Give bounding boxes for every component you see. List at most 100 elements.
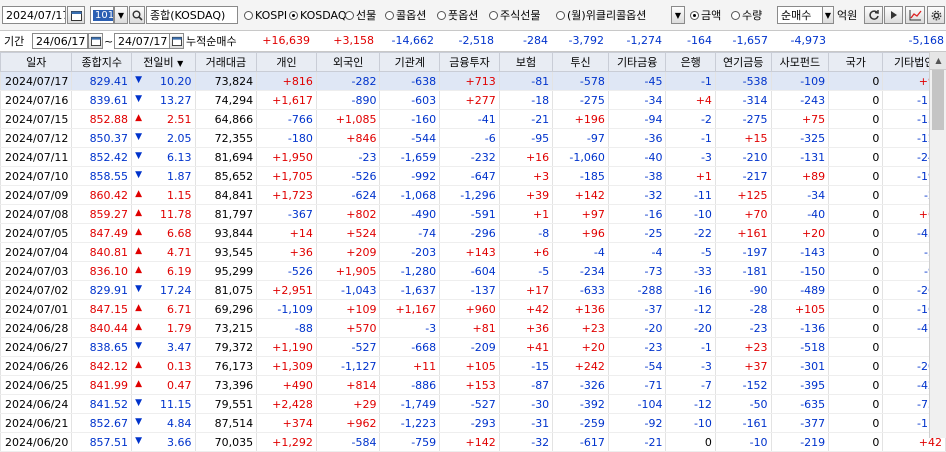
investor-value-cell: -288 xyxy=(607,280,667,300)
change-cell: ▲ 0.47 xyxy=(131,375,196,395)
investor-value-cell: +1,085 xyxy=(315,109,381,129)
table-row[interactable]: 2024/07/02 829.91 ▼ 17.24 81,075 +2,951 -1,043… xyxy=(0,280,946,300)
investor-value-cell: -143 xyxy=(770,242,830,262)
investor-value-cell: -527 xyxy=(439,394,500,414)
volume-cell: 79,372 xyxy=(194,337,258,357)
sort-dropdown-icon[interactable]: ▼ xyxy=(177,59,183,68)
radio-quantity[interactable]: 수량 xyxy=(731,6,762,24)
radio-kosdaq[interactable]: KOSDAQ xyxy=(289,6,347,24)
search-button[interactable] xyxy=(129,6,145,24)
code-dropdown-button[interactable]: ▼ xyxy=(114,6,128,24)
investor-value-cell: +1,190 xyxy=(256,337,317,357)
radio-amount[interactable]: 금액 xyxy=(690,6,721,24)
column-header[interactable]: 보험 xyxy=(498,52,554,72)
table-row[interactable]: 2024/07/12 850.37 ▼ 2.05 72,355 -180 +846 -544-… xyxy=(0,128,946,148)
radio-call-option[interactable]: 콜옵션 xyxy=(385,6,426,24)
date-cell: 2024/07/12 xyxy=(0,128,73,148)
change-cell: ▲ 0.13 xyxy=(131,356,196,376)
scroll-up-arrow[interactable]: ▲ xyxy=(930,52,946,70)
table-row[interactable]: 2024/07/08 859.27 ▲ 11.78 81,797 -367 +802 -490… xyxy=(0,204,946,224)
investor-value-cell: +125 xyxy=(714,185,772,205)
column-header[interactable]: 거래대금 xyxy=(194,52,258,72)
option-dropdown-button[interactable]: ▼ xyxy=(671,6,685,24)
volume-cell: 84,841 xyxy=(194,185,258,205)
investor-value-cell: +142 xyxy=(552,185,609,205)
settings-button[interactable] xyxy=(927,6,945,24)
next-button[interactable] xyxy=(884,6,903,24)
up-arrow-icon: ▲ xyxy=(135,264,142,275)
column-header[interactable]: 기타금융 xyxy=(607,52,667,72)
column-header[interactable]: 개인 xyxy=(256,52,317,72)
column-header[interactable]: 외국인 xyxy=(315,52,381,72)
code-box[interactable]: 101 xyxy=(90,6,114,24)
investor-value-cell: +20 xyxy=(552,337,609,357)
scroll-thumb[interactable] xyxy=(932,70,944,130)
index-cell: 852.42 xyxy=(71,147,133,167)
change-cell: ▼ 13.27 xyxy=(131,90,196,110)
vertical-scrollbar[interactable]: ▲ xyxy=(929,52,946,438)
table-row[interactable]: 2024/07/10 858.55 ▼ 1.87 85,652 +1,705 -526 -99… xyxy=(0,166,946,186)
radio-weekly-call[interactable]: (월)위클리콜옵션 xyxy=(556,6,646,24)
column-header[interactable]: 은행 xyxy=(665,52,716,72)
table-row[interactable]: 2024/06/27 838.65 ▼ 3.47 79,372 +1,190 -527 -66… xyxy=(0,337,946,357)
investor-value-cell: 0 xyxy=(828,109,884,129)
radio-put-option[interactable]: 풋옵션 xyxy=(437,6,478,24)
column-header[interactable]: 종합지수 xyxy=(71,52,133,72)
table-row[interactable]: 2024/07/01 847.15 ▲ 6.71 69,296 -1,109 +109 +1,… xyxy=(0,299,946,319)
change-cell: ▲ 6.68 xyxy=(131,223,196,243)
column-header[interactable]: 금융투자 xyxy=(439,52,500,72)
table-row[interactable]: 2024/06/24 841.52 ▼ 11.15 79,551 +2,428 +29 -1,… xyxy=(0,394,946,414)
table-row[interactable]: 2024/07/03 836.10 ▲ 6.19 95,299 -526 +1,905 -1,… xyxy=(0,261,946,281)
table-row[interactable]: 2024/06/25 841.99 ▲ 0.47 73,396 +490 +814 -886 +… xyxy=(0,375,946,395)
column-header[interactable]: 연기금등 xyxy=(714,52,772,72)
radio-stock-futures[interactable]: 주식선물 xyxy=(489,6,540,24)
investor-value-cell: -992 xyxy=(379,166,441,186)
investor-value-cell: -28 xyxy=(714,299,772,319)
radio-kospi[interactable]: KOSPI xyxy=(244,6,287,24)
investor-value-cell: -518 xyxy=(770,337,830,357)
table-row[interactable]: 2024/07/17 829.41 ▼ 10.20 73,824 +816 -282 -638… xyxy=(0,71,946,91)
table-row[interactable]: 2024/06/26 842.12 ▲ 0.13 76,173 +1,309 -1,127 +… xyxy=(0,356,946,376)
table-row[interactable]: 2024/07/16 839.61 ▼ 13.27 74,294 +1,617 -890 -6… xyxy=(0,90,946,110)
mode-dropdown-button[interactable]: ▼ xyxy=(822,6,834,24)
mode-select[interactable]: 순매수 xyxy=(777,6,823,24)
investor-value-cell: +3 xyxy=(498,166,554,186)
investor-value-cell: -1,659 xyxy=(379,147,441,167)
table-row[interactable]: 2024/06/20 857.51 ▼ 3.66 70,035 +1,292 -584 -75… xyxy=(0,432,946,452)
date-cell: 2024/06/26 xyxy=(0,356,73,376)
table-row[interactable]: 2024/07/05 847.49 ▲ 6.68 93,844 +14 +524 -74 -29… xyxy=(0,223,946,243)
radio-futures[interactable]: 선물 xyxy=(345,6,376,24)
investor-value-cell: -38 xyxy=(607,166,667,186)
investor-value-cell: -33 xyxy=(665,261,716,281)
table-row[interactable]: 2024/07/09 860.42 ▲ 1.15 84,841 +1,723 -624 -1,… xyxy=(0,185,946,205)
table-row[interactable]: 2024/07/15 852.88 ▲ 2.51 64,866 -766 +1,085 -16… xyxy=(0,109,946,129)
investor-value-cell: 0 xyxy=(828,204,884,224)
column-header[interactable]: 기관계 xyxy=(379,52,441,72)
table-row[interactable]: 2024/06/21 852.67 ▼ 4.84 87,514 +374 +962 -1,22… xyxy=(0,413,946,433)
investor-value-cell: 0 xyxy=(828,128,884,148)
column-header[interactable]: 전일비 ▼ xyxy=(131,52,196,72)
investor-value-cell: -45 xyxy=(607,71,667,91)
column-header[interactable]: 일자 xyxy=(0,52,73,72)
calendar-button[interactable] xyxy=(67,6,85,24)
investor-value-cell: +97 xyxy=(552,204,609,224)
period-bar: 기간 24/06/17 ~ 24/07/17 누적순매수 +16,639 +3,1… xyxy=(0,31,946,52)
date-input[interactable]: 2024/07/17 xyxy=(2,6,66,24)
summary-value: +3,158 xyxy=(333,34,374,47)
table-row[interactable]: 2024/07/04 840.81 ▲ 4.71 93,545 +36 +209 -203 +1… xyxy=(0,242,946,262)
chart-button[interactable] xyxy=(905,6,925,24)
table-row[interactable]: 2024/07/11 852.42 ▼ 6.13 81,694 +1,950 -23 -1,6… xyxy=(0,147,946,167)
investor-value-cell: +1,167 xyxy=(379,299,441,319)
change-value: 6.71 xyxy=(167,302,192,316)
column-header[interactable]: 국가 xyxy=(828,52,884,72)
investor-value-cell: -209 xyxy=(439,337,500,357)
investor-value-cell: +524 xyxy=(315,223,381,243)
column-header[interactable]: 투신 xyxy=(552,52,609,72)
code-value: 101 xyxy=(93,9,113,21)
table-row[interactable]: 2024/06/28 840.44 ▲ 1.79 73,215 -88 +570 -3 +81 +… xyxy=(0,318,946,338)
refresh-button[interactable] xyxy=(864,6,883,24)
investor-value-cell: -71 xyxy=(607,375,667,395)
investor-value-cell: -635 xyxy=(770,394,830,414)
investor-value-cell: -584 xyxy=(315,432,381,452)
column-header[interactable]: 사모펀드 xyxy=(770,52,830,72)
